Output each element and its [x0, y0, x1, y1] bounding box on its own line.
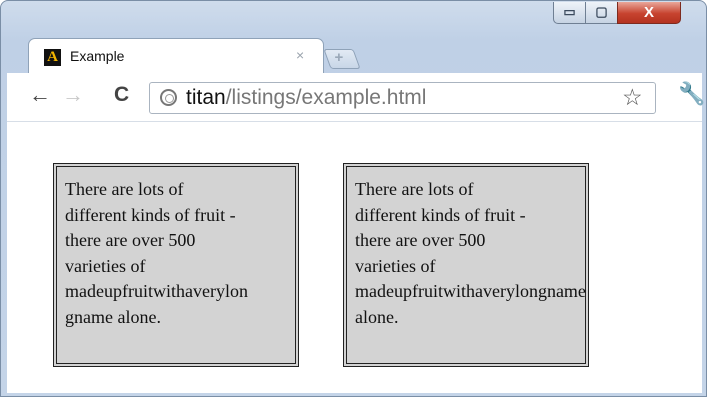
browser-window: ▭ ▢ X A Example × + ← → C titan/listings… [0, 0, 707, 397]
minimize-icon: ▭ [563, 4, 576, 19]
box2-line: madeupfruitwithaverylongname [355, 281, 586, 301]
box1-line: There are lots of [65, 179, 184, 199]
box2-line: alone. [355, 306, 399, 327]
bookmark-star-icon[interactable]: ☆ [622, 84, 643, 111]
box1-line: there are over 500 [65, 230, 196, 250]
box1-line: gname alone. [65, 306, 161, 327]
fruit-text-box-wrapped: There are lots of different kinds of fru… [53, 163, 299, 367]
page-content: There are lots of different kinds of fru… [7, 121, 702, 393]
box1-line: madeupfruitwithaverylon [65, 281, 248, 301]
plus-icon: + [334, 49, 344, 66]
tab-close-icon[interactable]: × [296, 47, 304, 63]
favicon-icon: A [44, 49, 61, 66]
wrench-menu-icon[interactable]: 🔧 [678, 81, 705, 107]
close-icon: X [643, 4, 654, 21]
box2-line: varieties of [355, 255, 436, 276]
minimize-button[interactable]: ▭ [553, 2, 586, 24]
url-path: /listings/example.html [225, 86, 427, 109]
fruit-text-box-overflow: There are lots of different kinds of fru… [343, 163, 589, 367]
address-bar[interactable]: titan/listings/example.html ☆ [149, 82, 656, 114]
reload-icon[interactable]: C [114, 83, 129, 107]
box1-line: different kinds of fruit - [65, 204, 236, 225]
back-arrow-icon[interactable]: ← [29, 83, 51, 107]
box2-line: different kinds of fruit - [355, 204, 526, 225]
box2-line: There are lots of [355, 179, 474, 199]
maximize-button[interactable]: ▢ [585, 2, 618, 24]
maximize-icon: ▢ [595, 4, 608, 19]
close-window-button[interactable]: X [617, 2, 681, 24]
page-info-icon[interactable] [160, 89, 177, 106]
box1-line: varieties of [65, 255, 146, 276]
new-tab-button[interactable]: + [323, 49, 361, 69]
tab-example[interactable]: A Example × [28, 38, 324, 74]
url-text[interactable]: titan/listings/example.html [186, 86, 426, 110]
toolbar: ← → C titan/listings/example.html ☆ 🔧 [7, 73, 705, 121]
forward-arrow-icon[interactable]: → [62, 83, 84, 107]
url-host: titan [186, 86, 226, 109]
tab-title: Example [70, 48, 125, 64]
box2-line: there are over 500 [355, 230, 486, 250]
